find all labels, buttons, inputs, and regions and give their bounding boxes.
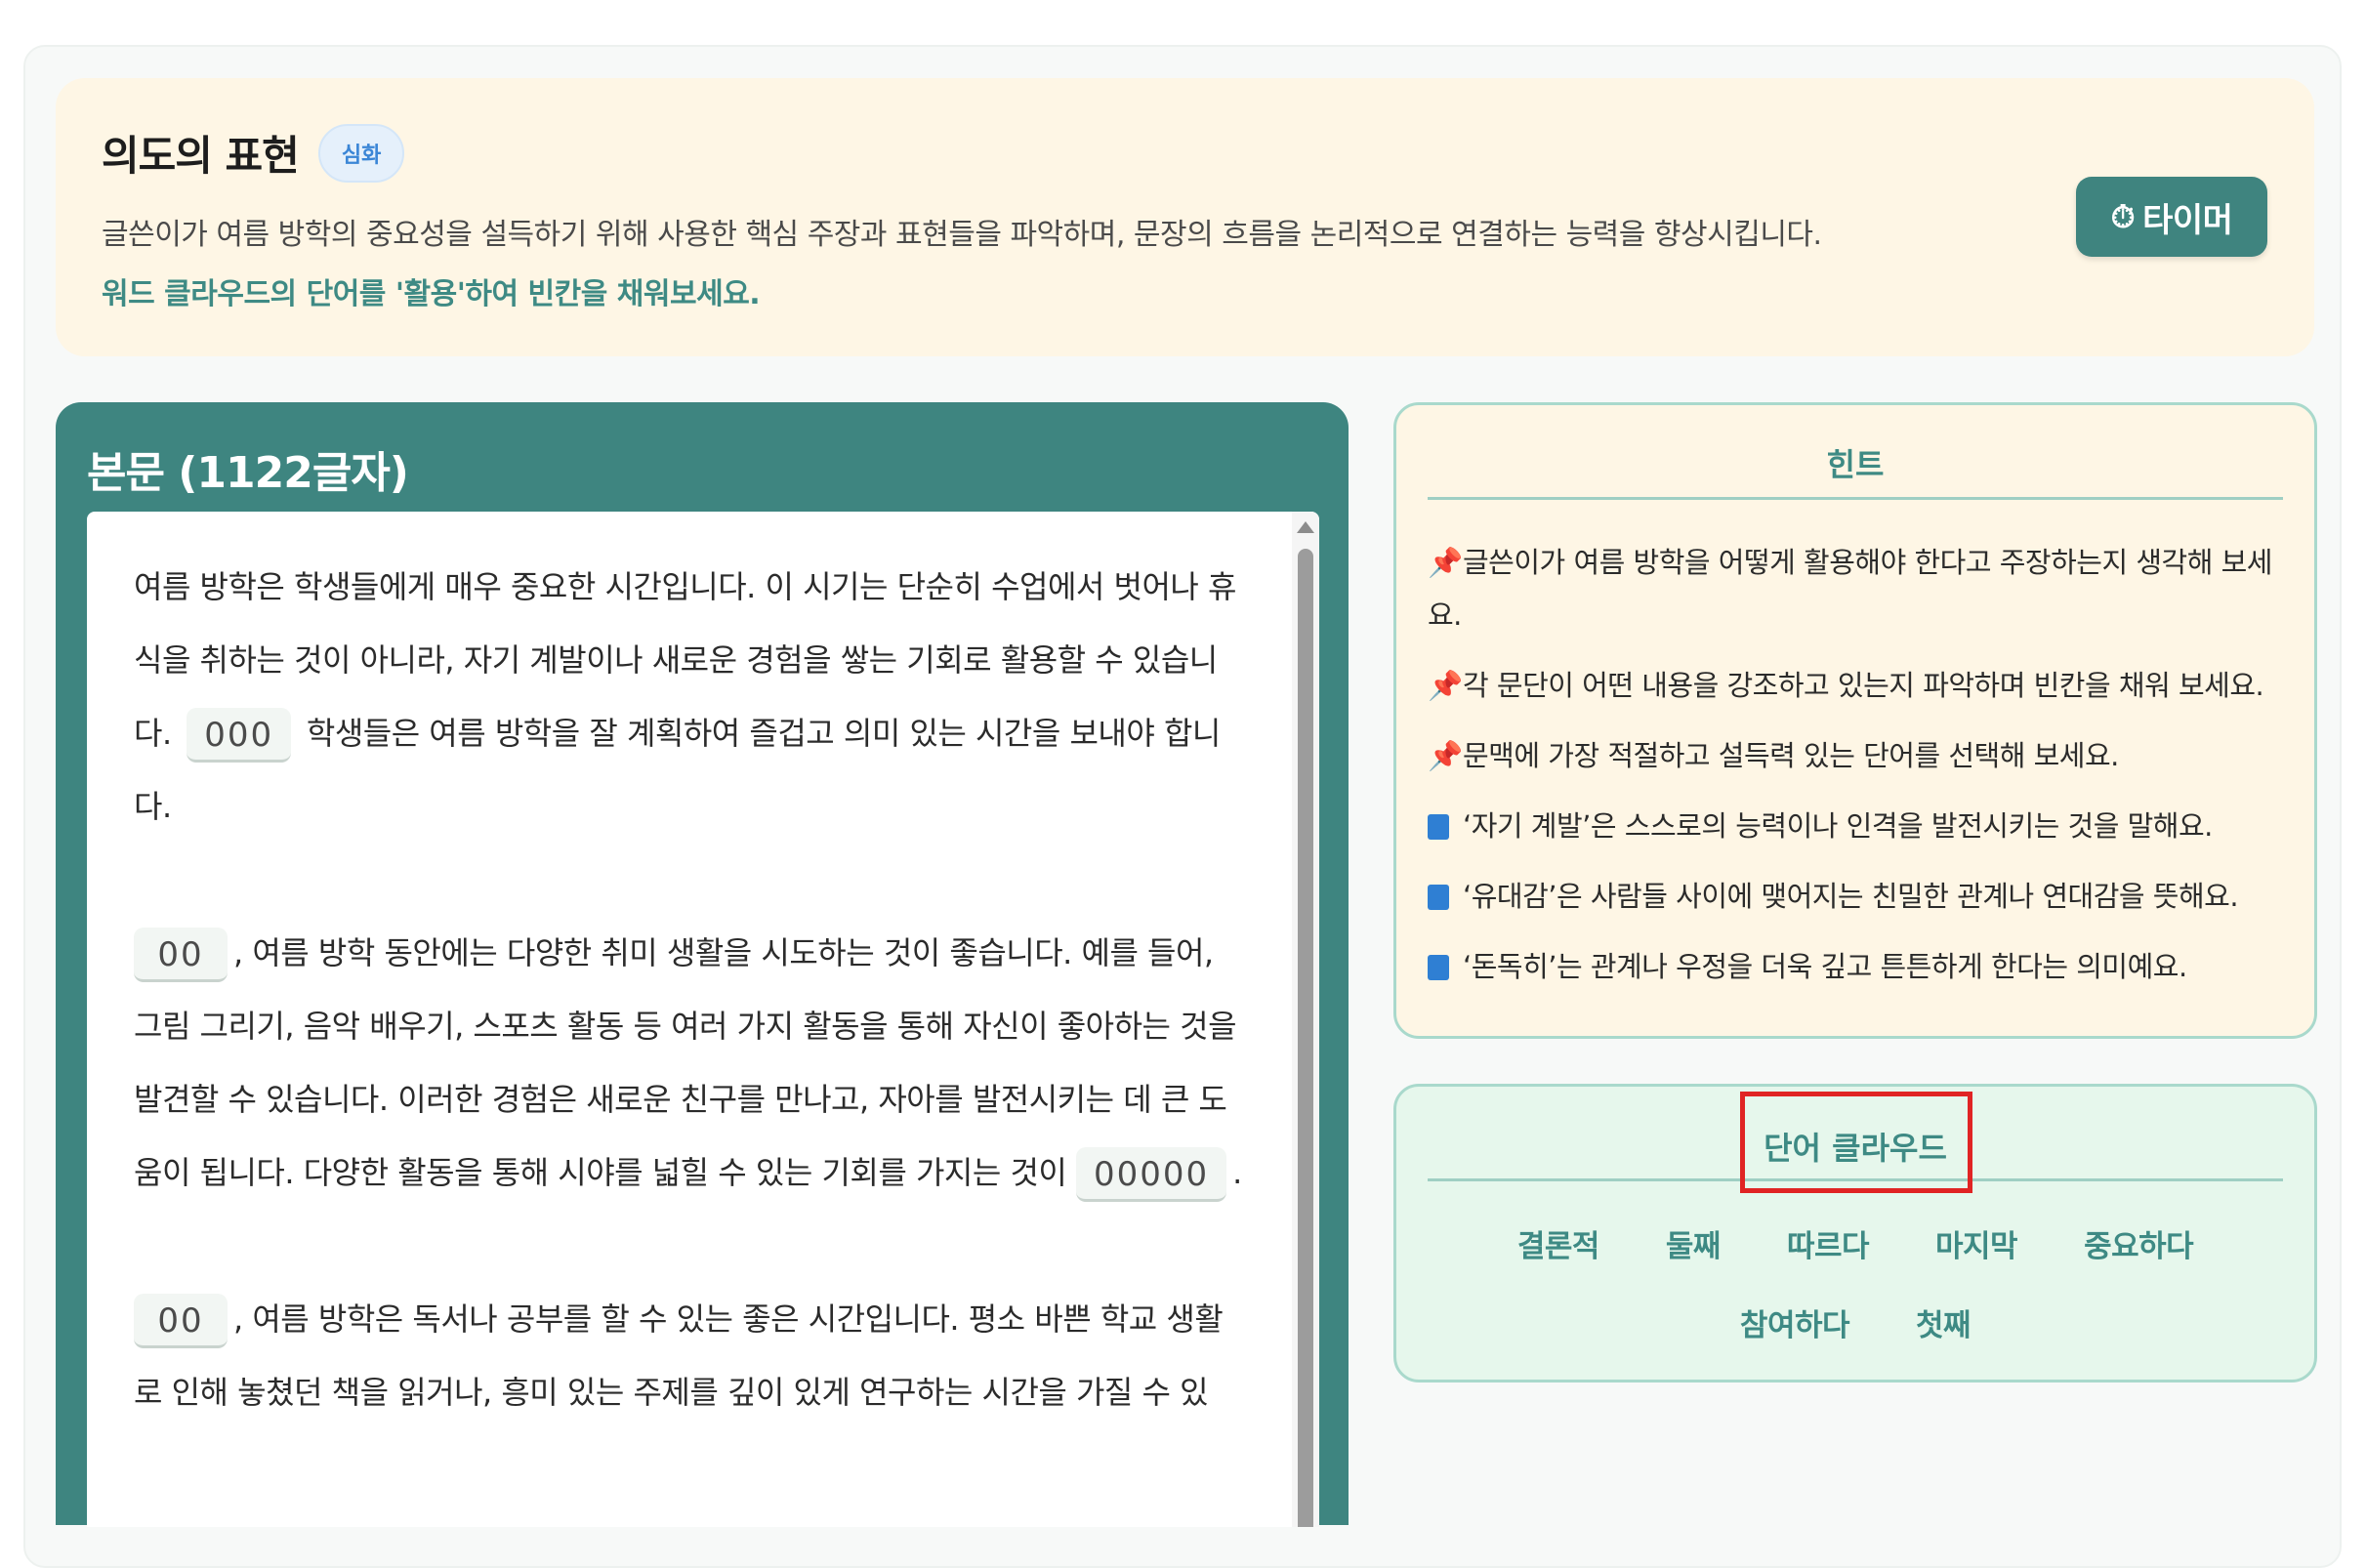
paragraph-text: , 여름 방학 동안에는 다양한 취미 생활을 시도하는 것이 좋습니다. 예를… bbox=[134, 934, 1237, 1191]
passage-body: 여름 방학은 학생들에게 매우 중요한 시간입니다. 이 시기는 단순히 수업에… bbox=[87, 512, 1319, 1527]
word-cloud-words: 결론적 둘째 따르다 마지막 중요하다 참여하다 첫째 bbox=[1396, 1214, 2314, 1372]
paragraph-text: 학생들은 여름 방학을 잘 계획하여 즐겁고 의미 있는 시간을 보내야 합니다… bbox=[134, 715, 1221, 825]
hint-item: 📌글쓴이가 여름 방학을 어떻게 활용해야 한다고 주장하는지 생각해 보세요. bbox=[1428, 536, 2287, 641]
hint-text: 문맥에 가장 적절하고 설득력 있는 단어를 선택해 보세요. bbox=[1463, 739, 2119, 772]
word-chip[interactable]: 참여하다 bbox=[1707, 1293, 1883, 1352]
word-row: 결론적 둘째 따르다 마지막 중요하다 bbox=[1396, 1214, 2314, 1273]
paragraph-text: . bbox=[1232, 1154, 1242, 1191]
book-icon bbox=[1428, 814, 1449, 840]
timer-label: 타이머 bbox=[2142, 200, 2233, 240]
word-chip[interactable]: 따르다 bbox=[1754, 1214, 1902, 1273]
paragraph-3: 00, 여름 방학은 독서나 공부를 할 수 있는 좋은 시간입니다. 평소 바… bbox=[134, 1283, 1247, 1429]
hint-text: 글쓴이가 여름 방학을 어떻게 활용해야 한다고 주장하는지 생각해 보세요. bbox=[1428, 546, 2272, 632]
hint-item: 📌각 문단이 어떤 내용을 강조하고 있는지 파악하며 빈칸을 채워 보세요. bbox=[1428, 659, 2287, 712]
book-icon bbox=[1428, 885, 1449, 910]
paragraph-2: 00, 여름 방학 동안에는 다양한 취미 생활을 시도하는 것이 좋습니다. … bbox=[134, 917, 1247, 1210]
highlight-box bbox=[1740, 1092, 1972, 1193]
pushpin-icon: 📌 bbox=[1428, 669, 1463, 702]
blank-slot[interactable]: 00000 bbox=[1076, 1147, 1227, 1202]
scroll-up-arrow-icon[interactable] bbox=[1297, 521, 1314, 533]
passage-title: 본문 (1122글자) bbox=[87, 448, 409, 498]
paragraph-1: 여름 방학은 학생들에게 매우 중요한 시간입니다. 이 시기는 단순히 수업에… bbox=[134, 551, 1247, 844]
hint-panel: 힌트 📌글쓴이가 여름 방학을 어떻게 활용해야 한다고 주장하는지 생각해 보… bbox=[1393, 402, 2317, 1039]
hint-text: ‘돈독히’는 관계나 우정을 더욱 깊고 튼튼하게 한다는 의미예요. bbox=[1463, 950, 2187, 983]
passage-scrollbar[interactable] bbox=[1292, 512, 1319, 1527]
timer-icon: ⏱ bbox=[2110, 197, 2136, 235]
hint-item: ‘유대감’은 사람들 사이에 맺어지는 친밀한 관계나 연대감을 뜻해요. bbox=[1428, 870, 2287, 923]
word-chip[interactable]: 첫째 bbox=[1883, 1293, 2004, 1352]
hint-title: 힌트 bbox=[1826, 446, 1885, 483]
book-icon bbox=[1428, 955, 1449, 980]
hint-item: 📌문맥에 가장 적절하고 설득력 있는 단어를 선택해 보세요. bbox=[1428, 729, 2287, 782]
word-chip[interactable]: 둘째 bbox=[1633, 1214, 1754, 1273]
pushpin-icon: 📌 bbox=[1428, 546, 1463, 579]
word-chip[interactable]: 중요하다 bbox=[2051, 1214, 2226, 1273]
hint-list: 📌글쓴이가 여름 방학을 어떻게 활용해야 한다고 주장하는지 생각해 보세요.… bbox=[1428, 536, 2287, 1011]
pushpin-icon: 📌 bbox=[1428, 739, 1463, 772]
hint-item: ‘자기 계발’은 스스로의 능력이나 인격을 발전시키는 것을 말해요. bbox=[1428, 800, 2287, 852]
word-row: 참여하다 첫째 bbox=[1396, 1293, 2314, 1352]
passage-text: 여름 방학은 학생들에게 매우 중요한 시간입니다. 이 시기는 단순히 수업에… bbox=[134, 551, 1247, 1503]
blank-slot[interactable]: 00 bbox=[134, 928, 228, 982]
activity-description: 글쓴이가 여름 방학의 중요성을 설득하기 위해 사용한 핵심 주장과 표현들을… bbox=[102, 218, 1822, 252]
activity-header: 의도의 표현 심화 글쓴이가 여름 방학의 중요성을 설득하기 위해 사용한 핵… bbox=[56, 78, 2314, 356]
hint-text: 각 문단이 어떤 내용을 강조하고 있는지 파악하며 빈칸을 채워 보세요. bbox=[1463, 669, 2264, 702]
title-row: 의도의 표현 심화 bbox=[102, 123, 405, 183]
divider bbox=[1428, 497, 2283, 500]
hint-text: ‘자기 계발’은 스스로의 능력이나 인격을 발전시키는 것을 말해요. bbox=[1463, 809, 2213, 843]
scrollbar-thumb[interactable] bbox=[1298, 549, 1313, 1527]
word-chip[interactable]: 결론적 bbox=[1484, 1214, 1633, 1273]
passage-panel: 본문 (1122글자) 여름 방학은 학생들에게 매우 중요한 시간입니다. 이… bbox=[56, 402, 1349, 1527]
blank-slot[interactable]: 000 bbox=[187, 708, 292, 763]
paragraph-text: , 여름 방학은 독서나 공부를 할 수 있는 좋은 시간입니다. 평소 바쁜 … bbox=[134, 1300, 1224, 1411]
hint-item: ‘돈독히’는 관계나 우정을 더욱 깊고 튼튼하게 한다는 의미예요. bbox=[1428, 940, 2287, 993]
level-badge: 심화 bbox=[317, 123, 405, 183]
blank-slot[interactable]: 00 bbox=[134, 1294, 228, 1348]
page-title: 의도의 표현 bbox=[102, 132, 300, 180]
word-chip[interactable]: 마지막 bbox=[1902, 1214, 2051, 1273]
timer-button[interactable]: ⏱ 타이머 bbox=[2076, 177, 2267, 257]
activity-instruction: 워드 클라우드의 단어를 '활용'하여 빈칸을 채워보세요. bbox=[102, 277, 761, 311]
hint-text: ‘유대감’은 사람들 사이에 맺어지는 친밀한 관계나 연대감을 뜻해요. bbox=[1463, 880, 2239, 913]
